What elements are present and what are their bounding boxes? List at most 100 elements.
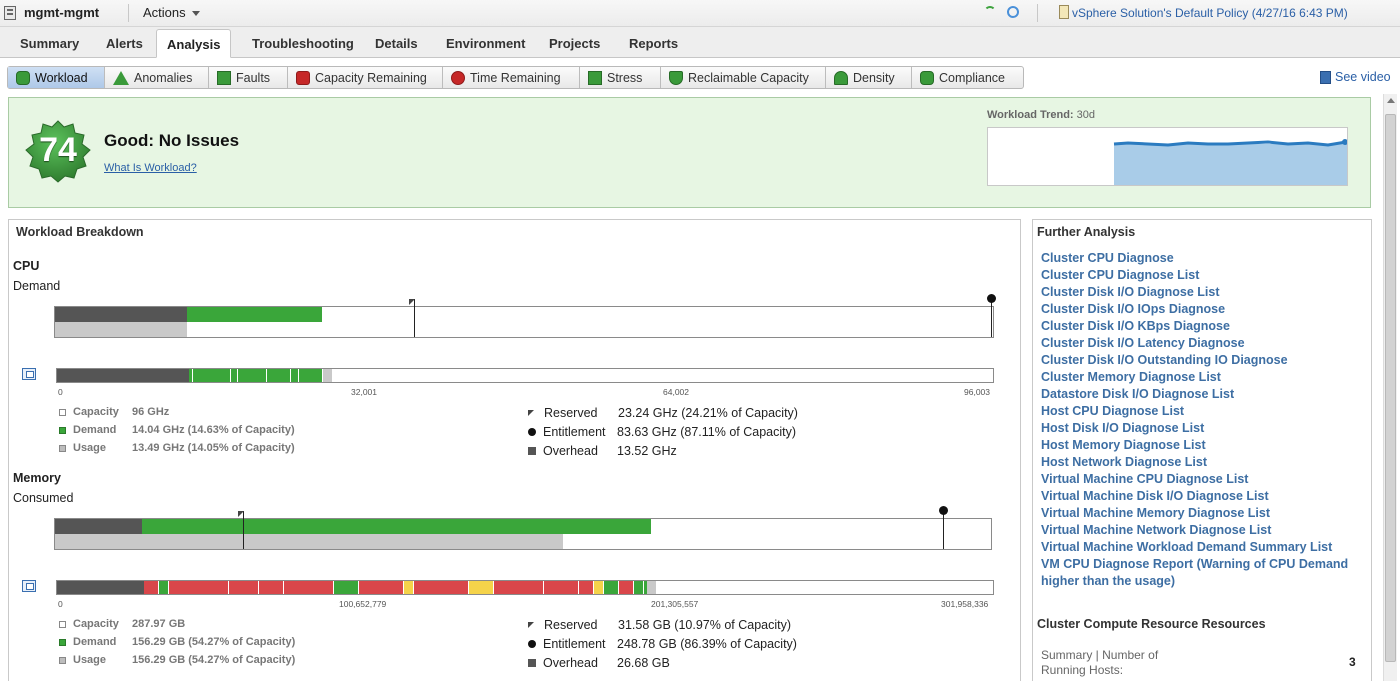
entitlement-marker-icon	[528, 640, 536, 648]
further-analysis-link[interactable]: Cluster Disk I/O Latency Diagnose	[1041, 335, 1371, 352]
further-analysis-link[interactable]: Cluster Disk I/O Outstanding IO Diagnose	[1041, 352, 1371, 369]
vertical-scrollbar[interactable]	[1383, 94, 1397, 681]
actions-label: Actions	[143, 5, 186, 20]
badge-status: Good: No Issues	[104, 131, 240, 150]
legend-reserved: Reserved 31.58 GB (10.97% of Capacity)	[528, 617, 791, 633]
legend-usage: Usage 13.49 GHz (14.05% of Capacity)	[59, 441, 295, 455]
further-analysis-link[interactable]: Virtual Machine Workload Demand Summary …	[1041, 539, 1371, 556]
histogram-bin	[594, 581, 603, 594]
subtab-time-remaining[interactable]: Time Remaining	[443, 67, 580, 88]
subtab-faults[interactable]: Faults	[209, 67, 288, 88]
cpu-tick: 96,003	[964, 387, 990, 397]
trend-range: 30d	[1076, 109, 1096, 121]
further-analysis-link[interactable]: Host Network Diagnose List	[1041, 454, 1371, 471]
further-analysis-link[interactable]: Datastore Disk I/O Diagnose List	[1041, 386, 1371, 403]
tab-details[interactable]: Details	[365, 29, 428, 58]
histogram-bin	[469, 581, 493, 594]
legend-label: Capacity	[73, 406, 119, 418]
policy-link[interactable]: vSphere Solution's Default Policy (4/27/…	[1072, 6, 1348, 20]
see-video-link[interactable]: See video	[1320, 70, 1391, 84]
legend-usage: Usage 156.29 GB (54.27% of Capacity)	[59, 653, 295, 667]
legend-label: Overhead	[543, 444, 598, 458]
subtab-label: Compliance	[939, 70, 1006, 85]
further-analysis-link[interactable]: Cluster Disk I/O IOps Diagnose	[1041, 301, 1371, 318]
further-analysis-link[interactable]: Host Disk I/O Diagnose List	[1041, 420, 1371, 437]
memory-tick: 0	[58, 599, 63, 609]
what-is-workload-link[interactable]: What Is Workload?	[104, 162, 197, 174]
legend-swatch	[59, 656, 66, 664]
workload-breakdown-panel: Workload Breakdown CPU Demand 0 32,001 6…	[8, 219, 1021, 681]
legend-label: Usage	[73, 654, 107, 666]
legend-value: 83.63 GHz (87.11% of Capacity)	[617, 425, 797, 439]
histogram-bin	[604, 581, 618, 594]
further-analysis-link[interactable]: Cluster Memory Diagnose List	[1041, 369, 1371, 386]
legend-swatch	[59, 408, 66, 416]
further-analysis-link[interactable]: Virtual Machine CPU Diagnose List	[1041, 471, 1371, 488]
reserved-flag-icon	[238, 511, 244, 517]
subtab-density[interactable]: Density	[826, 67, 912, 88]
cpu-tick: 32,001	[351, 387, 377, 397]
further-analysis-link[interactable]: Host Memory Diagnose List	[1041, 437, 1371, 454]
tab-reports[interactable]: Reports	[619, 29, 688, 58]
legend-value: 248.78 GB (86.39% of Capacity)	[617, 637, 797, 651]
triangle-icon	[113, 70, 129, 85]
health-icon[interactable]	[984, 6, 996, 18]
cpu-demand-histogram[interactable]	[56, 368, 994, 383]
further-analysis-link[interactable]: Virtual Machine Network Diagnose List	[1041, 522, 1371, 539]
actions-menu[interactable]: Actions	[143, 5, 200, 20]
workload-summary-panel: 74 Good: No Issues What Is Workload? Wor…	[8, 97, 1371, 208]
subtab-stress[interactable]: Stress	[580, 67, 661, 88]
subtab-label: Workload	[35, 70, 88, 85]
further-analysis-link[interactable]: Host CPU Diagnose List	[1041, 403, 1371, 420]
subtab-compliance[interactable]: Compliance	[912, 67, 1023, 88]
subtab-workload[interactable]: Workload	[8, 67, 105, 88]
policy-icon	[1059, 5, 1069, 19]
trend-sparkline	[1113, 139, 1348, 185]
tab-environment[interactable]: Environment	[436, 29, 535, 58]
further-analysis-link[interactable]: Cluster Disk I/O Diagnose List	[1041, 284, 1371, 301]
overhead-segment	[55, 307, 187, 322]
demand-segment	[142, 519, 651, 534]
tab-analysis[interactable]: Analysis	[156, 29, 232, 58]
further-analysis-link[interactable]: VM CPU Diagnose Report (Warning of CPU D…	[1041, 556, 1371, 590]
tab-alerts[interactable]: Alerts	[96, 29, 153, 58]
further-analysis-link[interactable]: Cluster CPU Diagnose	[1041, 250, 1371, 267]
legend-value: 287.97 GB	[132, 618, 186, 630]
cpu-demand-bar[interactable]	[54, 294, 996, 338]
memory-subtitle: Consumed	[13, 491, 74, 505]
legend-value: 31.58 GB (10.97% of Capacity)	[618, 618, 792, 632]
histogram-bin	[334, 581, 358, 594]
scrollbar-thumb[interactable]	[1385, 114, 1396, 662]
tab-troubleshooting[interactable]: Troubleshooting	[242, 29, 364, 58]
legend-entitlement: Entitlement 248.78 GB (86.39% of Capacity…	[528, 636, 797, 652]
further-analysis-link[interactable]: Cluster Disk I/O KBps Diagnose	[1041, 318, 1371, 335]
expand-icon[interactable]	[22, 368, 36, 380]
scroll-up-arrow-icon[interactable]	[1387, 98, 1395, 103]
further-analysis-link[interactable]: Cluster CPU Diagnose List	[1041, 267, 1371, 284]
tab-projects[interactable]: Projects	[539, 29, 610, 58]
compliance-icon	[920, 70, 934, 85]
memory-consumed-histogram[interactable]	[56, 580, 994, 595]
histogram-usage-tail	[647, 581, 656, 594]
subtab-anomalies[interactable]: Anomalies	[105, 67, 209, 88]
tab-summary[interactable]: Summary	[10, 29, 89, 58]
expand-icon[interactable]	[22, 580, 36, 592]
further-analysis-link[interactable]: Virtual Machine Disk I/O Diagnose List	[1041, 488, 1371, 505]
further-analysis-link[interactable]: Virtual Machine Memory Diagnose List	[1041, 505, 1371, 522]
legend-value: 156.29 GB (54.27% of Capacity)	[132, 636, 296, 648]
subtab-capacity-remaining[interactable]: Capacity Remaining	[288, 67, 443, 88]
legend-value: 26.68 GB	[617, 656, 670, 670]
histogram-bin	[359, 581, 403, 594]
memory-consumed-bar[interactable]	[54, 506, 992, 550]
cpu-tick: 0	[58, 387, 63, 397]
legend-label: Overhead	[543, 656, 598, 670]
subtab-reclaimable-capacity[interactable]: Reclaimable Capacity	[661, 67, 826, 88]
workload-trend-chart[interactable]	[987, 127, 1348, 186]
usage-segment	[55, 322, 187, 337]
entitlement-marker	[943, 511, 944, 549]
refresh-icon[interactable]	[1007, 6, 1019, 18]
resource-section-title: Cluster Compute Resource Resources	[1037, 617, 1266, 631]
histogram-bin	[414, 581, 468, 594]
histogram-bin	[259, 581, 283, 594]
further-analysis-links: Cluster CPU Diagnose Cluster CPU Diagnose…	[1041, 250, 1371, 590]
